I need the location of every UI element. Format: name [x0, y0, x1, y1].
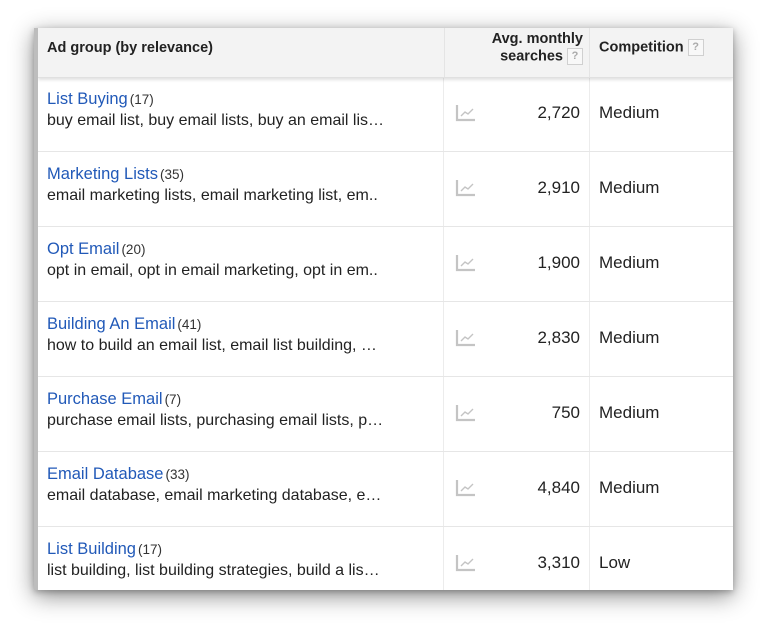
table-row: Email Database (33) email database, email… — [38, 452, 733, 527]
keyword-count: (41) — [177, 317, 202, 332]
competition-value: Low — [599, 553, 631, 572]
column-divider — [589, 77, 590, 151]
help-icon[interactable]: ? — [687, 39, 704, 56]
keyword-ideas-table: Ad group (by relevance) Avg. monthly sea… — [34, 28, 733, 590]
competition-value: Medium — [599, 253, 660, 272]
table-header: Ad group (by relevance) Avg. monthly sea… — [38, 28, 733, 78]
avg-monthly-searches-value: 2,910 — [537, 178, 580, 197]
line-chart-icon[interactable] — [455, 404, 477, 422]
keywords-text: list building, list building strategies,… — [47, 562, 380, 579]
column-divider — [589, 28, 590, 77]
competition-value: Medium — [599, 403, 660, 422]
table-row: Opt Email (20) opt in email, opt in email… — [38, 227, 733, 302]
column-header-competition[interactable]: Competition? — [599, 39, 704, 56]
header-label-line1: Avg. monthly — [491, 31, 583, 47]
table-row: List Buying (17) buy email list, buy emai… — [38, 77, 733, 152]
ad-group-link[interactable]: List Building — [47, 540, 136, 558]
avg-monthly-searches-value: 2,720 — [537, 103, 580, 122]
keyword-count: (35) — [159, 167, 184, 182]
line-chart-icon[interactable] — [455, 479, 477, 497]
competition-value: Medium — [599, 328, 660, 347]
ad-group-link[interactable]: List Buying — [47, 90, 128, 108]
ad-group-cell: Email Database (33) email database, email… — [38, 452, 444, 526]
column-header-ad-group[interactable]: Ad group (by relevance) — [47, 40, 213, 56]
column-divider — [589, 227, 590, 301]
line-chart-icon[interactable] — [455, 329, 477, 347]
table-row: Building An Email (41) how to build an em… — [38, 302, 733, 377]
header-label-line2: searches — [500, 48, 563, 65]
keywords-text: purchase email lists, purchasing email l… — [47, 412, 384, 429]
column-divider — [589, 152, 590, 226]
ad-group-link[interactable]: Email Database — [47, 465, 163, 483]
table-row: List Building (17) list building, list bu… — [38, 527, 733, 590]
keywords-text: email database, email marketing database… — [47, 487, 382, 504]
keywords-text: how to build an email list, email list b… — [47, 337, 377, 354]
column-divider — [589, 377, 590, 451]
line-chart-icon[interactable] — [455, 554, 477, 572]
column-divider — [444, 28, 445, 77]
header-label: Competition — [599, 39, 684, 56]
ad-group-link[interactable]: Purchase Email — [47, 390, 163, 408]
column-divider — [589, 302, 590, 376]
ad-group-link[interactable]: Marketing Lists — [47, 165, 158, 183]
keyword-count: (17) — [129, 92, 154, 107]
keywords-text: buy email list, buy email lists, buy an … — [47, 112, 385, 129]
competition-value: Medium — [599, 478, 660, 497]
ad-group-cell: Building An Email (41) how to build an em… — [38, 302, 444, 376]
avg-monthly-searches-value: 750 — [551, 403, 580, 422]
avg-monthly-searches-value: 1,900 — [537, 253, 580, 272]
help-icon[interactable]: ? — [567, 48, 583, 65]
avg-monthly-searches-value: 4,840 — [537, 478, 580, 497]
keyword-count: (17) — [137, 542, 162, 557]
avg-monthly-searches-value: 3,310 — [537, 553, 580, 572]
table-body: List Buying (17) buy email list, buy emai… — [38, 77, 733, 590]
ad-group-cell: List Buying (17) buy email list, buy emai… — [38, 77, 444, 151]
keywords-text: opt in email, opt in email marketing, op… — [47, 262, 378, 279]
column-divider — [589, 452, 590, 526]
keyword-count: (7) — [164, 392, 182, 407]
line-chart-icon[interactable] — [455, 179, 477, 197]
competition-value: Medium — [599, 178, 660, 197]
ad-group-cell: List Building (17) list building, list bu… — [38, 527, 444, 590]
line-chart-icon[interactable] — [455, 254, 477, 272]
keyword-count: (33) — [165, 467, 190, 482]
table-row: Purchase Email (7) purchase email lists, … — [38, 377, 733, 452]
ad-group-cell: Opt Email (20) opt in email, opt in email… — [38, 227, 444, 301]
ad-group-cell: Marketing Lists (35) email marketing list… — [38, 152, 444, 226]
line-chart-icon[interactable] — [455, 104, 477, 122]
keyword-count: (20) — [121, 242, 146, 257]
competition-value: Medium — [599, 103, 660, 122]
keywords-text: email marketing lists, email marketing l… — [47, 187, 378, 204]
ad-group-link[interactable]: Building An Email — [47, 315, 175, 333]
ad-group-cell: Purchase Email (7) purchase email lists, … — [38, 377, 444, 451]
column-header-avg-monthly-searches[interactable]: Avg. monthly searches? — [492, 31, 583, 65]
table-row: Marketing Lists (35) email marketing list… — [38, 152, 733, 227]
avg-monthly-searches-value: 2,830 — [537, 328, 580, 347]
column-divider — [589, 527, 590, 590]
ad-group-link[interactable]: Opt Email — [47, 240, 119, 258]
